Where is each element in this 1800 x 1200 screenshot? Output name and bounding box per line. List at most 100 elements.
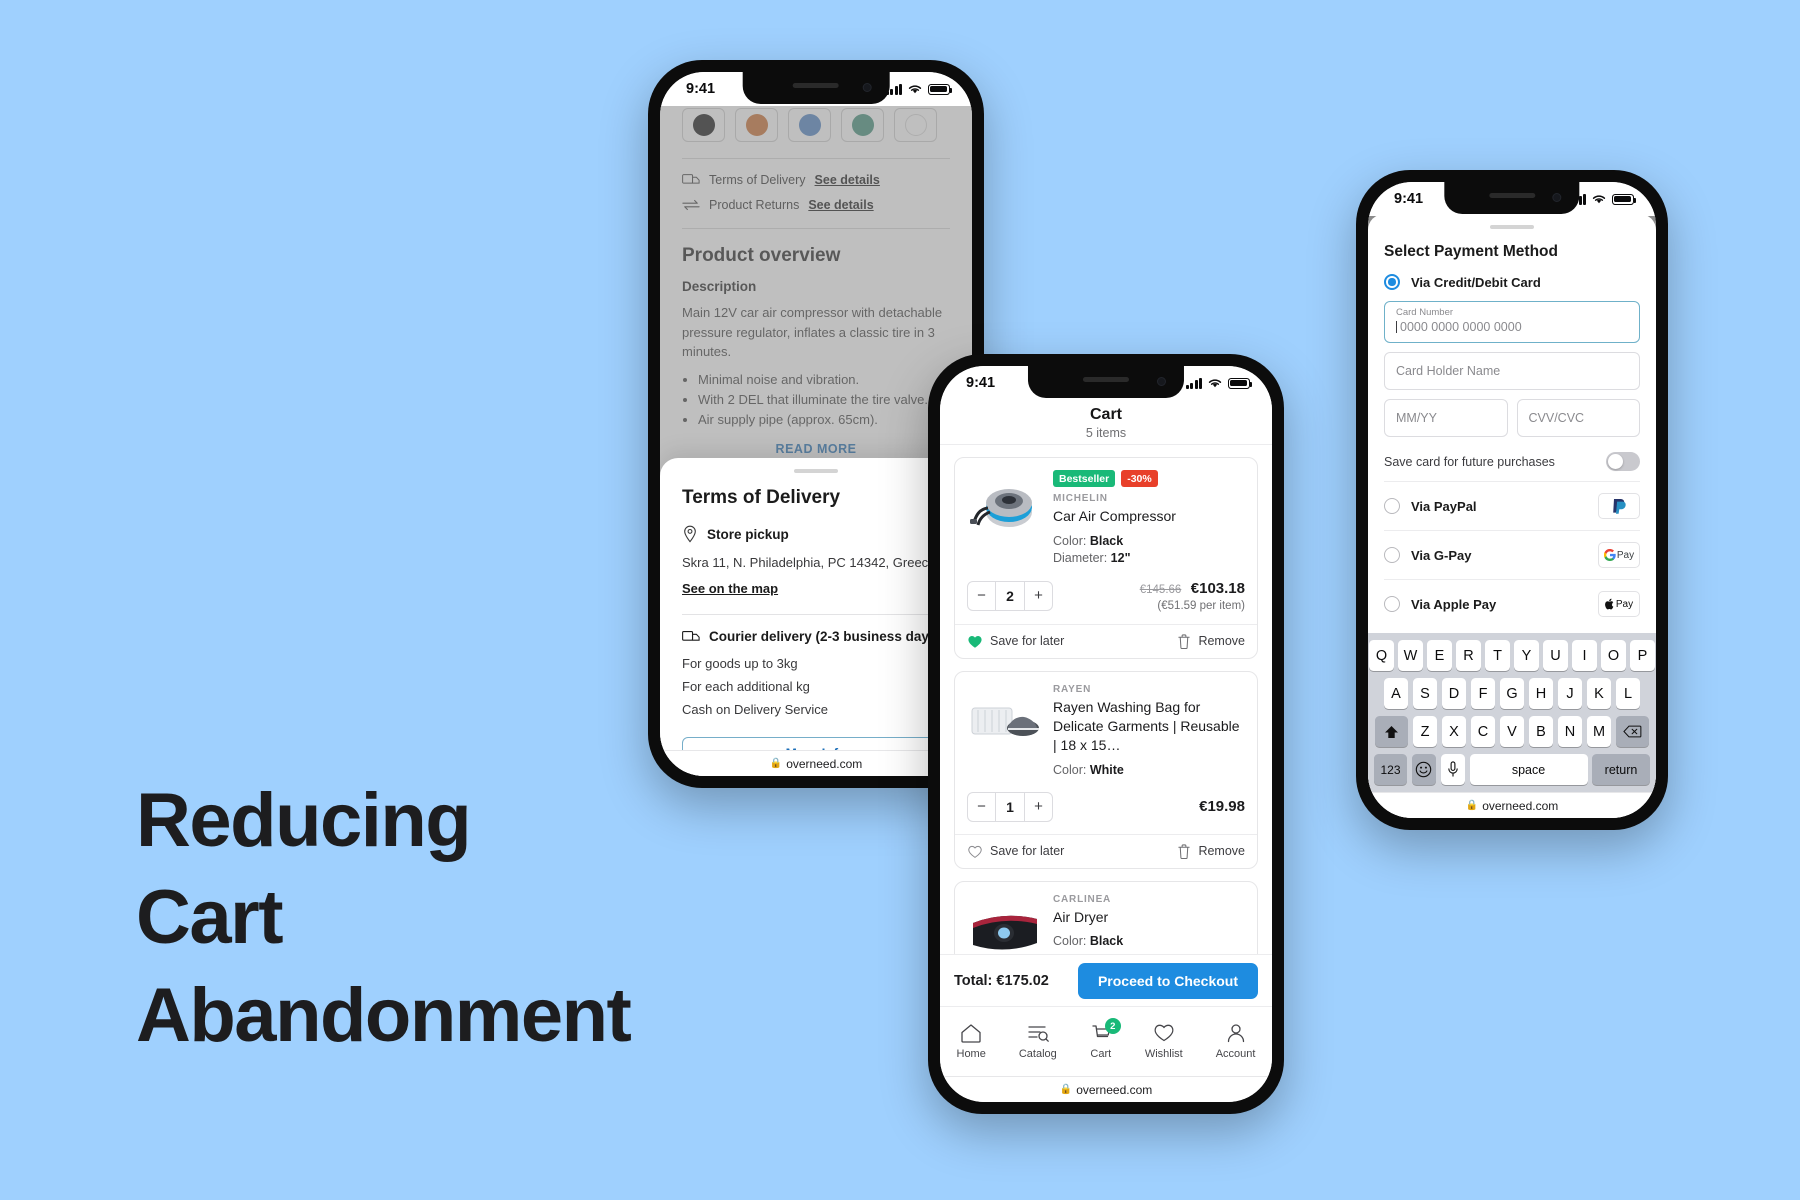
key-e[interactable]: E [1427,640,1452,671]
qty-value[interactable]: 1 [995,792,1025,821]
swatch-orange[interactable] [735,108,778,142]
read-more-button[interactable]: READ MORE [682,442,950,456]
browser-url-bar[interactable]: 🔒 overneed.com [660,750,972,776]
space-key[interactable]: space [1469,754,1588,785]
payment-option-gpay[interactable]: Via G-Pay Pay [1384,530,1640,579]
key-j[interactable]: J [1557,678,1583,709]
product-thumbnail-washing-bag[interactable] [967,684,1043,760]
card-holder-field[interactable]: Card Holder Name [1384,352,1640,390]
swatch-green[interactable] [841,108,884,142]
key-x[interactable]: X [1441,716,1467,747]
product-thumbnail-compressor[interactable] [967,470,1043,546]
description-title: Description [682,279,757,294]
key-t[interactable]: T [1485,640,1510,671]
radio-credit-card[interactable] [1384,274,1400,290]
radio-gpay[interactable] [1384,547,1400,563]
tab-home[interactable]: Home [957,1023,986,1060]
cart-item-name[interactable]: Car Air Compressor [1053,507,1245,526]
qty-decrease-button[interactable]: − [968,793,995,821]
cart-item-name[interactable]: Rayen Washing Bag for Delicate Garments … [1053,698,1245,755]
radio-applepay[interactable] [1384,596,1400,612]
key-w[interactable]: W [1398,640,1423,671]
quantity-stepper[interactable]: − 2 + [967,580,1053,611]
tab-account[interactable]: Account [1216,1023,1255,1060]
cart-item-name[interactable]: Air Dryer [1053,908,1245,927]
save-for-later-button[interactable]: Save for later [967,844,1064,859]
key-h[interactable]: H [1528,678,1554,709]
terms-of-delivery-link-row[interactable]: Terms of Delivery See details [682,173,950,187]
price-block: €19.98 [1199,798,1245,815]
cart-item-row[interactable]: Bestseller -30% MICHELIN Car Air Compres… [954,457,1258,659]
payment-option-paypal[interactable]: Via PayPal [1384,481,1640,530]
proceed-to-checkout-button[interactable]: Proceed to Checkout [1077,962,1258,999]
key-b[interactable]: B [1528,716,1554,747]
paypal-logo-icon [1613,499,1626,514]
see-on-map-link[interactable]: See on the map [682,581,778,596]
key-o[interactable]: O [1601,640,1626,671]
key-y[interactable]: Y [1514,640,1539,671]
swatch-black[interactable] [682,108,725,142]
returns-see-details-link[interactable]: See details [808,198,873,212]
key-f[interactable]: F [1470,678,1496,709]
save-card-toggle[interactable] [1606,452,1640,471]
qty-value[interactable]: 2 [995,581,1025,610]
key-d[interactable]: D [1441,678,1467,709]
key-r[interactable]: R [1456,640,1481,671]
key-v[interactable]: V [1499,716,1525,747]
payment-option-card[interactable]: Via Credit/Debit Card [1384,274,1640,290]
battery-icon [928,83,953,95]
browser-url-bar[interactable]: 🔒 overneed.com [1368,792,1656,818]
sheet-grabber[interactable] [794,469,838,473]
cart-items-list[interactable]: Bestseller -30% MICHELIN Car Air Compres… [940,444,1272,980]
paypal-logo [1598,493,1640,519]
key-c[interactable]: C [1470,716,1496,747]
product-returns-link-row[interactable]: Product Returns See details [682,198,950,212]
tab-catalog[interactable]: Catalog [1019,1023,1057,1060]
backspace-icon[interactable] [1615,716,1649,747]
key-a[interactable]: A [1383,678,1409,709]
key-q[interactable]: Q [1369,640,1394,671]
qty-increase-button[interactable]: + [1025,793,1052,821]
remove-button[interactable]: Remove [1177,634,1245,649]
on-screen-keyboard[interactable]: Q W E R T Y U I O P A S D F G H J K L Z … [1368,633,1656,792]
key-p[interactable]: P [1630,640,1655,671]
save-card-row[interactable]: Save card for future purchases [1384,446,1640,481]
radio-paypal[interactable] [1384,498,1400,514]
key-z[interactable]: Z [1412,716,1438,747]
payment-option-applepay[interactable]: Via Apple Pay Pay [1384,579,1640,628]
browser-url-bar[interactable]: 🔒 overneed.com [940,1076,1272,1102]
cart-item-row[interactable]: RAYEN Rayen Washing Bag for Delicate Gar… [954,670,1258,869]
sheet-grabber[interactable] [1490,225,1534,229]
wifi-icon [1592,195,1606,204]
status-indicators [1185,377,1253,389]
qty-decrease-button[interactable]: − [968,582,995,610]
card-number-value: 0000 0000 0000 0000 [1400,320,1522,335]
remove-button[interactable]: Remove [1177,843,1245,859]
swatch-blue[interactable] [788,108,831,142]
key-u[interactable]: U [1543,640,1568,671]
swatch-white[interactable] [894,108,937,142]
tab-wishlist[interactable]: Wishlist [1145,1023,1183,1060]
key-i[interactable]: I [1572,640,1597,671]
quantity-stepper[interactable]: − 1 + [967,791,1053,822]
terms-see-details-link[interactable]: See details [815,173,880,187]
key-m[interactable]: M [1586,716,1612,747]
numbers-key[interactable]: 123 [1374,754,1407,785]
color-swatches[interactable] [682,106,950,142]
microphone-icon[interactable] [1440,754,1465,785]
key-n[interactable]: N [1557,716,1583,747]
return-key[interactable]: return [1592,754,1650,785]
key-k[interactable]: K [1586,678,1612,709]
card-number-field[interactable]: Card Number 0000 0000 0000 0000 [1384,301,1640,343]
apple-icon [1604,598,1614,610]
qty-increase-button[interactable]: + [1025,582,1052,610]
shift-icon[interactable] [1375,716,1409,747]
emoji-icon[interactable] [1411,754,1436,785]
expiry-field[interactable]: MM/YY [1384,399,1508,437]
key-s[interactable]: S [1412,678,1438,709]
key-g[interactable]: G [1499,678,1525,709]
save-for-later-button[interactable]: Save for later [967,634,1064,649]
tab-cart[interactable]: 2 Cart [1090,1018,1121,1060]
key-l[interactable]: L [1615,678,1641,709]
cvv-field[interactable]: CVV/CVC [1516,399,1640,437]
